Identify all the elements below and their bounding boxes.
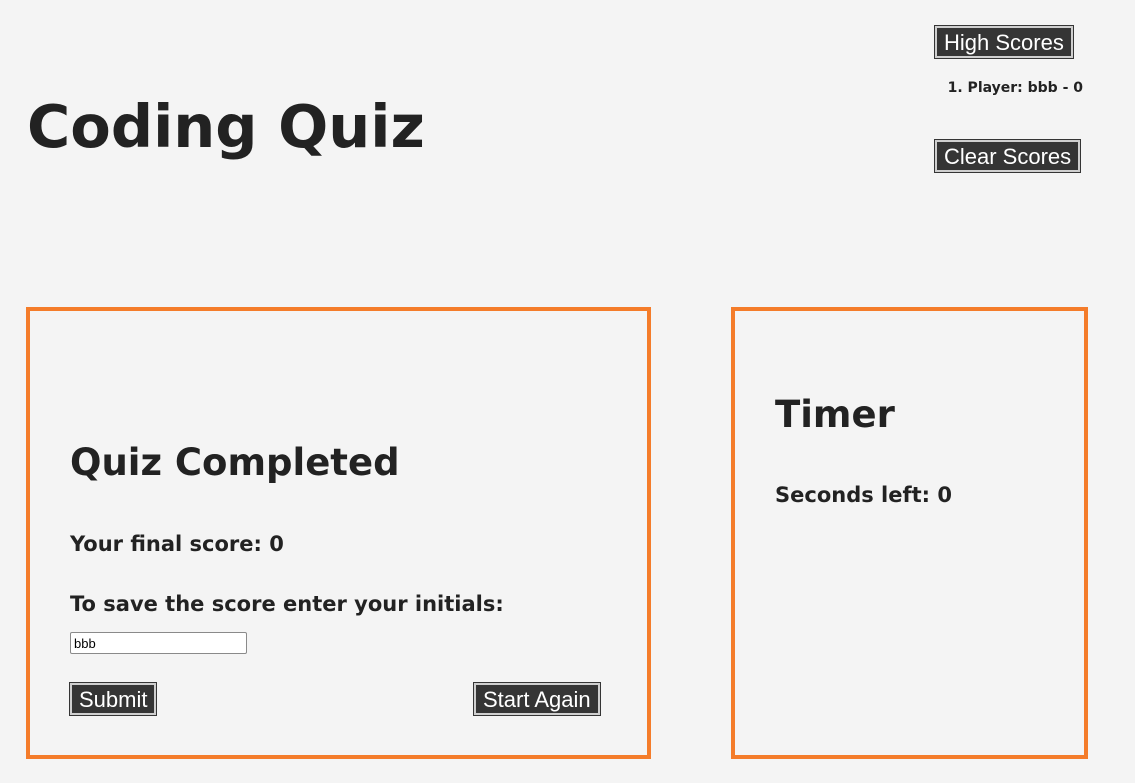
timer-heading: Timer xyxy=(775,393,895,436)
initials-label: To save the score enter your initials: xyxy=(70,592,504,616)
high-scores-list: 1. Player: bbb - 0 xyxy=(948,79,1083,97)
seconds-left-text: Seconds left: 0 xyxy=(775,483,952,507)
quiz-page: Coding Quiz High Scores 1. Player: bbb -… xyxy=(0,0,1135,783)
start-again-button[interactable]: Start Again xyxy=(474,683,600,715)
timer-panel xyxy=(731,307,1088,759)
high-scores-button[interactable]: High Scores xyxy=(935,26,1073,58)
quiz-completed-heading: Quiz Completed xyxy=(70,441,400,484)
initials-input[interactable] xyxy=(70,632,247,654)
clear-scores-button[interactable]: Clear Scores xyxy=(935,140,1081,172)
submit-button[interactable]: Submit xyxy=(70,683,157,715)
final-score-text: Your final score: 0 xyxy=(70,532,284,556)
page-title: Coding Quiz xyxy=(27,92,425,161)
high-score-item: 1. Player: bbb - 0 xyxy=(947,80,1083,96)
